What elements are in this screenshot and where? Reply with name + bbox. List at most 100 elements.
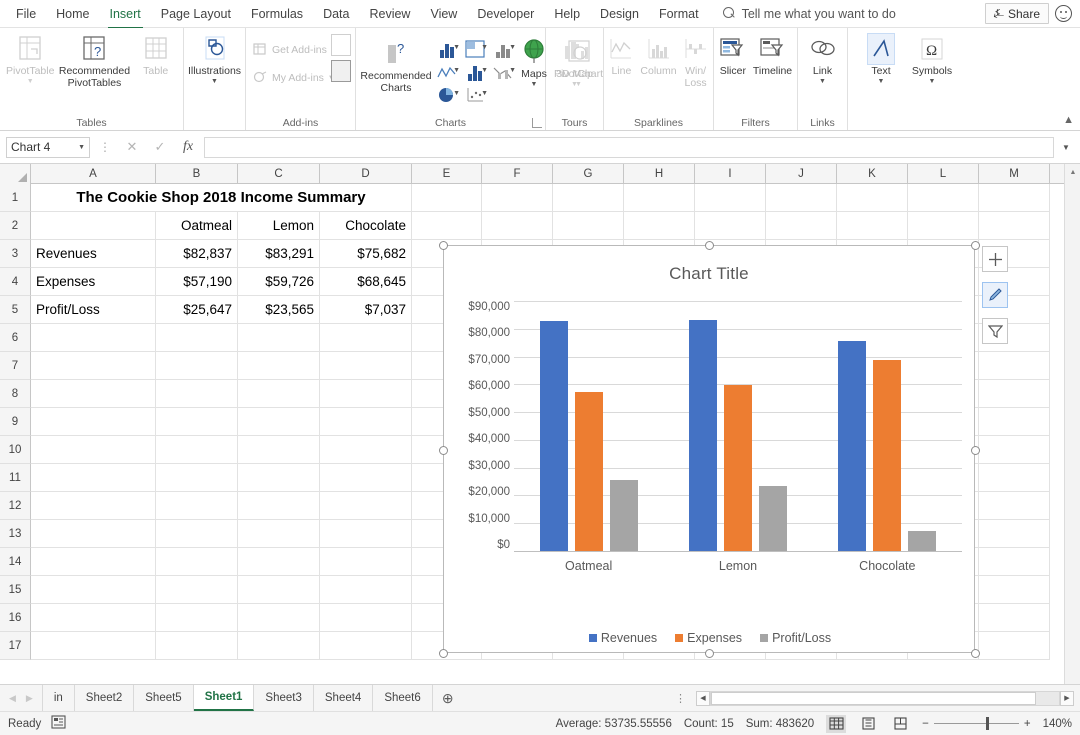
cell-G2[interactable] (553, 212, 624, 240)
cell-C2[interactable]: Lemon (238, 212, 320, 240)
cell-A11[interactable] (31, 464, 156, 492)
resize-handle-s[interactable] (705, 649, 714, 658)
zoom-out-button[interactable]: − (922, 718, 929, 730)
cell-M9[interactable] (979, 408, 1050, 436)
sparkline-line-button[interactable]: Line (606, 31, 636, 81)
bar-expenses-chocolate[interactable] (873, 360, 902, 551)
cell-C16[interactable] (238, 604, 320, 632)
cell-C8[interactable] (238, 380, 320, 408)
cell-M13[interactable] (979, 520, 1050, 548)
insert-function-icon[interactable]: fx (176, 139, 200, 155)
ribbon-tab-view[interactable]: View (420, 3, 467, 25)
pie-chart-icon[interactable]: ▼ (434, 82, 460, 104)
sheet-tab-in[interactable]: in (41, 685, 75, 711)
cell-A14[interactable] (31, 548, 156, 576)
sheet-nav-next-icon[interactable]: ▶ (26, 693, 33, 704)
cell-M17[interactable] (979, 632, 1050, 660)
column-header-M[interactable]: M (979, 164, 1050, 184)
sheet-nav-prev-icon[interactable]: ◀ (9, 693, 16, 704)
zoom-thumb[interactable] (985, 717, 989, 730)
timeline-button[interactable]: Timeline (751, 31, 794, 81)
ribbon-tab-review[interactable]: Review (359, 3, 420, 25)
name-box[interactable]: Chart 4 ▼ (6, 136, 90, 158)
row-header-13[interactable]: 13 (0, 520, 31, 548)
cell-M12[interactable] (979, 492, 1050, 520)
cell-C13[interactable] (238, 520, 320, 548)
ribbon-tab-home[interactable]: Home (46, 3, 99, 25)
column-header-D[interactable]: D (320, 164, 412, 184)
scroll-up-icon[interactable]: ▲ (1065, 164, 1080, 180)
cell-C4[interactable]: $59,726 (238, 268, 320, 296)
formula-input[interactable] (204, 136, 1054, 158)
share-button[interactable]: ⍼ Share (984, 3, 1049, 24)
cell-B7[interactable] (156, 352, 238, 380)
cell-D12[interactable] (320, 492, 412, 520)
cell-C10[interactable] (238, 436, 320, 464)
row-header-15[interactable]: 15 (0, 576, 31, 604)
my-addins-button[interactable]: My Add-ins ▼ (250, 67, 337, 89)
cell-K2[interactable] (837, 212, 908, 240)
column-header-I[interactable]: I (695, 164, 766, 184)
select-all-button[interactable] (0, 164, 31, 184)
cell-C7[interactable] (238, 352, 320, 380)
vertical-scrollbar[interactable]: ▲ (1064, 164, 1080, 684)
cell-F1[interactable] (482, 184, 553, 212)
legend-item[interactable]: Revenues (588, 631, 657, 645)
cell-J1[interactable] (766, 184, 837, 212)
chart-object[interactable]: Chart Title $90,000 $80,000 $70,000 $60,000… (439, 241, 980, 658)
cell-M7[interactable] (979, 352, 1050, 380)
cell-A12[interactable] (31, 492, 156, 520)
resize-handle-w[interactable] (439, 446, 448, 455)
page-layout-view-button[interactable] (858, 715, 878, 733)
cell-J2[interactable] (766, 212, 837, 240)
cell-B5[interactable]: $25,647 (156, 296, 238, 324)
zoom-level-label[interactable]: 140% (1043, 718, 1072, 730)
cell-B10[interactable] (156, 436, 238, 464)
tell-me-search[interactable]: Tell me what you want to do (722, 7, 896, 21)
row-header-6[interactable]: 6 (0, 324, 31, 352)
ribbon-tab-insert[interactable]: Insert (100, 3, 151, 30)
cell-A1[interactable]: The Cookie Shop 2018 Income Summary (31, 184, 412, 212)
row-header-5[interactable]: 5 (0, 296, 31, 324)
bar-profit-loss-oatmeal[interactable] (609, 480, 638, 551)
illustrations-button[interactable]: Illustrations ▼ (186, 31, 243, 88)
addin-visio-icon[interactable] (331, 34, 351, 56)
text-button[interactable]: Text ▼ (857, 31, 905, 88)
cell-D17[interactable] (320, 632, 412, 660)
slicer-button[interactable]: Slicer (717, 31, 749, 81)
cell-H2[interactable] (624, 212, 695, 240)
link-button[interactable]: Link ▼ (802, 31, 843, 88)
row-header-1[interactable]: 1 (0, 184, 31, 212)
cell-A9[interactable] (31, 408, 156, 436)
cell-C3[interactable]: $83,291 (238, 240, 320, 268)
cell-B12[interactable] (156, 492, 238, 520)
recommended-pivottables-button[interactable]: ? Recommended PivotTables (58, 31, 130, 92)
row-header-4[interactable]: 4 (0, 268, 31, 296)
cell-E2[interactable] (412, 212, 482, 240)
bar-profit-loss-chocolate[interactable] (908, 531, 937, 551)
bar-revenues-oatmeal[interactable] (539, 321, 568, 551)
column-header-C[interactable]: C (238, 164, 320, 184)
expand-formula-bar-button[interactable]: ▼ (1058, 143, 1074, 152)
pivottable-button[interactable]: PivotTable ▼ (4, 31, 56, 88)
ribbon-tab-page-layout[interactable]: Page Layout (151, 3, 241, 25)
cancel-icon[interactable]: ✕ (120, 139, 144, 155)
column-header-L[interactable]: L (908, 164, 979, 184)
cell-D5[interactable]: $7,037 (320, 296, 412, 324)
ribbon-tab-developer[interactable]: Developer (467, 3, 544, 25)
cell-B17[interactable] (156, 632, 238, 660)
add-sheet-button[interactable]: ⊕ (433, 685, 463, 711)
resize-handle-se[interactable] (971, 649, 980, 658)
cell-D3[interactable]: $75,682 (320, 240, 412, 268)
collapse-ribbon-button[interactable]: ▲ (1063, 114, 1074, 126)
bar-revenues-chocolate[interactable] (838, 341, 867, 551)
cell-D11[interactable] (320, 464, 412, 492)
cell-B16[interactable] (156, 604, 238, 632)
chevron-down-icon[interactable]: ▼ (78, 144, 85, 151)
cell-A8[interactable] (31, 380, 156, 408)
cell-D13[interactable] (320, 520, 412, 548)
column-header-K[interactable]: K (837, 164, 908, 184)
ribbon-tab-data[interactable]: Data (313, 3, 359, 25)
cell-L2[interactable] (908, 212, 979, 240)
cell-D8[interactable] (320, 380, 412, 408)
